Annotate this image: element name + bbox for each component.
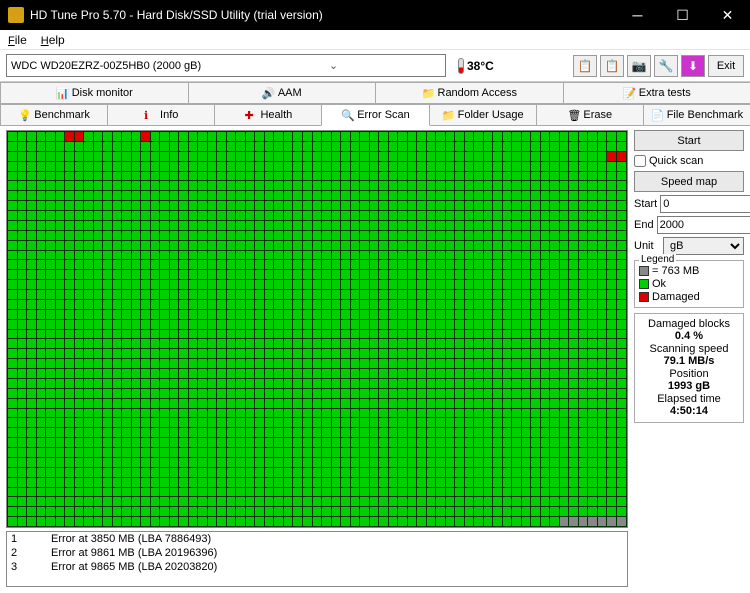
quick-scan-checkbox[interactable] (634, 155, 646, 167)
file-icon: 📄 (651, 109, 663, 121)
elapsed-time-value: 4:50:14 (639, 405, 739, 417)
quick-scan-label: Quick scan (649, 155, 703, 167)
start-button[interactable]: Start (634, 130, 744, 151)
scanning-speed-value: 79.1 MB/s (639, 355, 739, 367)
close-button[interactable]: ✕ (705, 0, 750, 30)
tab-folder-usage[interactable]: 📁Folder Usage (429, 104, 537, 126)
scanning-speed-label: Scanning speed (650, 343, 729, 355)
speed-map-button[interactable]: Speed map (634, 171, 744, 192)
folder-icon: 📁 (442, 109, 454, 121)
tab-disk-monitor[interactable]: 📊Disk monitor (0, 82, 189, 104)
search-icon: 🔍 (341, 109, 353, 121)
tab-erase[interactable]: 🗑Erase (536, 104, 644, 126)
legend-damaged-label: Damaged (652, 291, 700, 303)
toolbar-copy-button[interactable]: 📋 (573, 55, 597, 77)
minimize-button[interactable]: ─ (615, 0, 660, 30)
random-icon: 📁 (422, 87, 434, 99)
window-title: HD Tune Pro 5.70 - Hard Disk/SSD Utility… (30, 8, 615, 22)
test-icon: 📝 (623, 87, 635, 99)
bulb-icon: 💡 (18, 109, 30, 121)
elapsed-time-label: Elapsed time (657, 393, 721, 405)
error-row[interactable]: 1Error at 3850 MB (LBA 7886493) (7, 532, 627, 546)
toolbar-options-button[interactable]: 🔧 (654, 55, 678, 77)
unit-select[interactable]: gB (663, 237, 744, 255)
end-input[interactable] (657, 216, 750, 234)
legend-ok-label: Ok (652, 278, 666, 290)
app-icon (8, 7, 24, 23)
speaker-icon: 🔊 (262, 87, 274, 99)
tab-info[interactable]: ℹInfo (107, 104, 215, 126)
titlebar: HD Tune Pro 5.70 - Hard Disk/SSD Utility… (0, 0, 750, 30)
toolbar-copy2-button[interactable]: 📋 (600, 55, 624, 77)
tab-benchmark[interactable]: 💡Benchmark (0, 104, 108, 126)
legend-title: Legend (639, 254, 676, 265)
sidebar: Start Quick scan Speed map Start▴▾ End▴▾… (634, 130, 744, 587)
position-value: 1993 gB (639, 380, 739, 392)
tabs-row-bottom: 💡Benchmark ℹInfo ✚Health 🔍Error Scan 📁Fo… (0, 104, 750, 126)
damaged-blocks-value: 0.4 % (639, 330, 739, 342)
toolbar-screenshot-button[interactable]: 📷 (627, 55, 651, 77)
exit-button[interactable]: Exit (708, 55, 744, 77)
menubar: File Help (0, 30, 750, 50)
legend-block-label: = 763 MB (652, 265, 699, 277)
unit-label: Unit (634, 240, 660, 252)
legend-block-icon (639, 266, 649, 276)
drive-select[interactable]: WDC WD20EZRZ-00Z5HB0 (2000 gB) ⌄ (6, 54, 446, 77)
toolbar: WDC WD20EZRZ-00Z5HB0 (2000 gB) ⌄ 38°C 📋 … (0, 50, 750, 82)
start-label: Start (634, 198, 657, 210)
menu-file[interactable]: File (8, 33, 27, 47)
thermometer-icon (458, 58, 464, 74)
error-list[interactable]: 1Error at 3850 MB (LBA 7886493)2Error at… (6, 531, 628, 587)
error-row[interactable]: 2Error at 9861 MB (LBA 20196396) (7, 546, 627, 560)
stats-panel: Damaged blocks0.4 % Scanning speed79.1 M… (634, 313, 744, 423)
tab-file-benchmark[interactable]: 📄File Benchmark (643, 104, 750, 126)
toolbar-save-button[interactable]: ⬇ (681, 55, 705, 77)
tab-random-access[interactable]: 📁Random Access (375, 82, 564, 104)
monitor-icon: 📊 (56, 87, 68, 99)
position-label: Position (669, 368, 708, 380)
end-label: End (634, 219, 654, 231)
scan-grid (6, 130, 628, 528)
temperature-value: 38°C (467, 59, 494, 73)
start-input[interactable] (660, 195, 750, 213)
trash-icon: 🗑 (567, 109, 579, 121)
drive-name: WDC WD20EZRZ-00Z5HB0 (2000 gB) (11, 60, 226, 72)
maximize-button[interactable]: ☐ (660, 0, 705, 30)
damaged-blocks-label: Damaged blocks (648, 318, 730, 330)
legend-damaged-icon (639, 292, 649, 302)
legend-ok-icon (639, 279, 649, 289)
tab-health[interactable]: ✚Health (214, 104, 322, 126)
tab-extra-tests[interactable]: 📝Extra tests (563, 82, 750, 104)
error-row[interactable]: 3Error at 9865 MB (LBA 20203820) (7, 560, 627, 574)
info-icon: ℹ (144, 109, 156, 121)
menu-help[interactable]: Help (41, 33, 65, 47)
chevron-down-icon: ⌄ (226, 59, 441, 72)
temperature: 38°C (458, 58, 494, 74)
legend: Legend = 763 MB Ok Damaged (634, 260, 744, 308)
tabs-row-top: 📊Disk monitor 🔊AAM 📁Random Access 📝Extra… (0, 82, 750, 104)
tab-error-scan[interactable]: 🔍Error Scan (321, 104, 429, 126)
health-icon: ✚ (244, 109, 256, 121)
tab-aam[interactable]: 🔊AAM (188, 82, 377, 104)
